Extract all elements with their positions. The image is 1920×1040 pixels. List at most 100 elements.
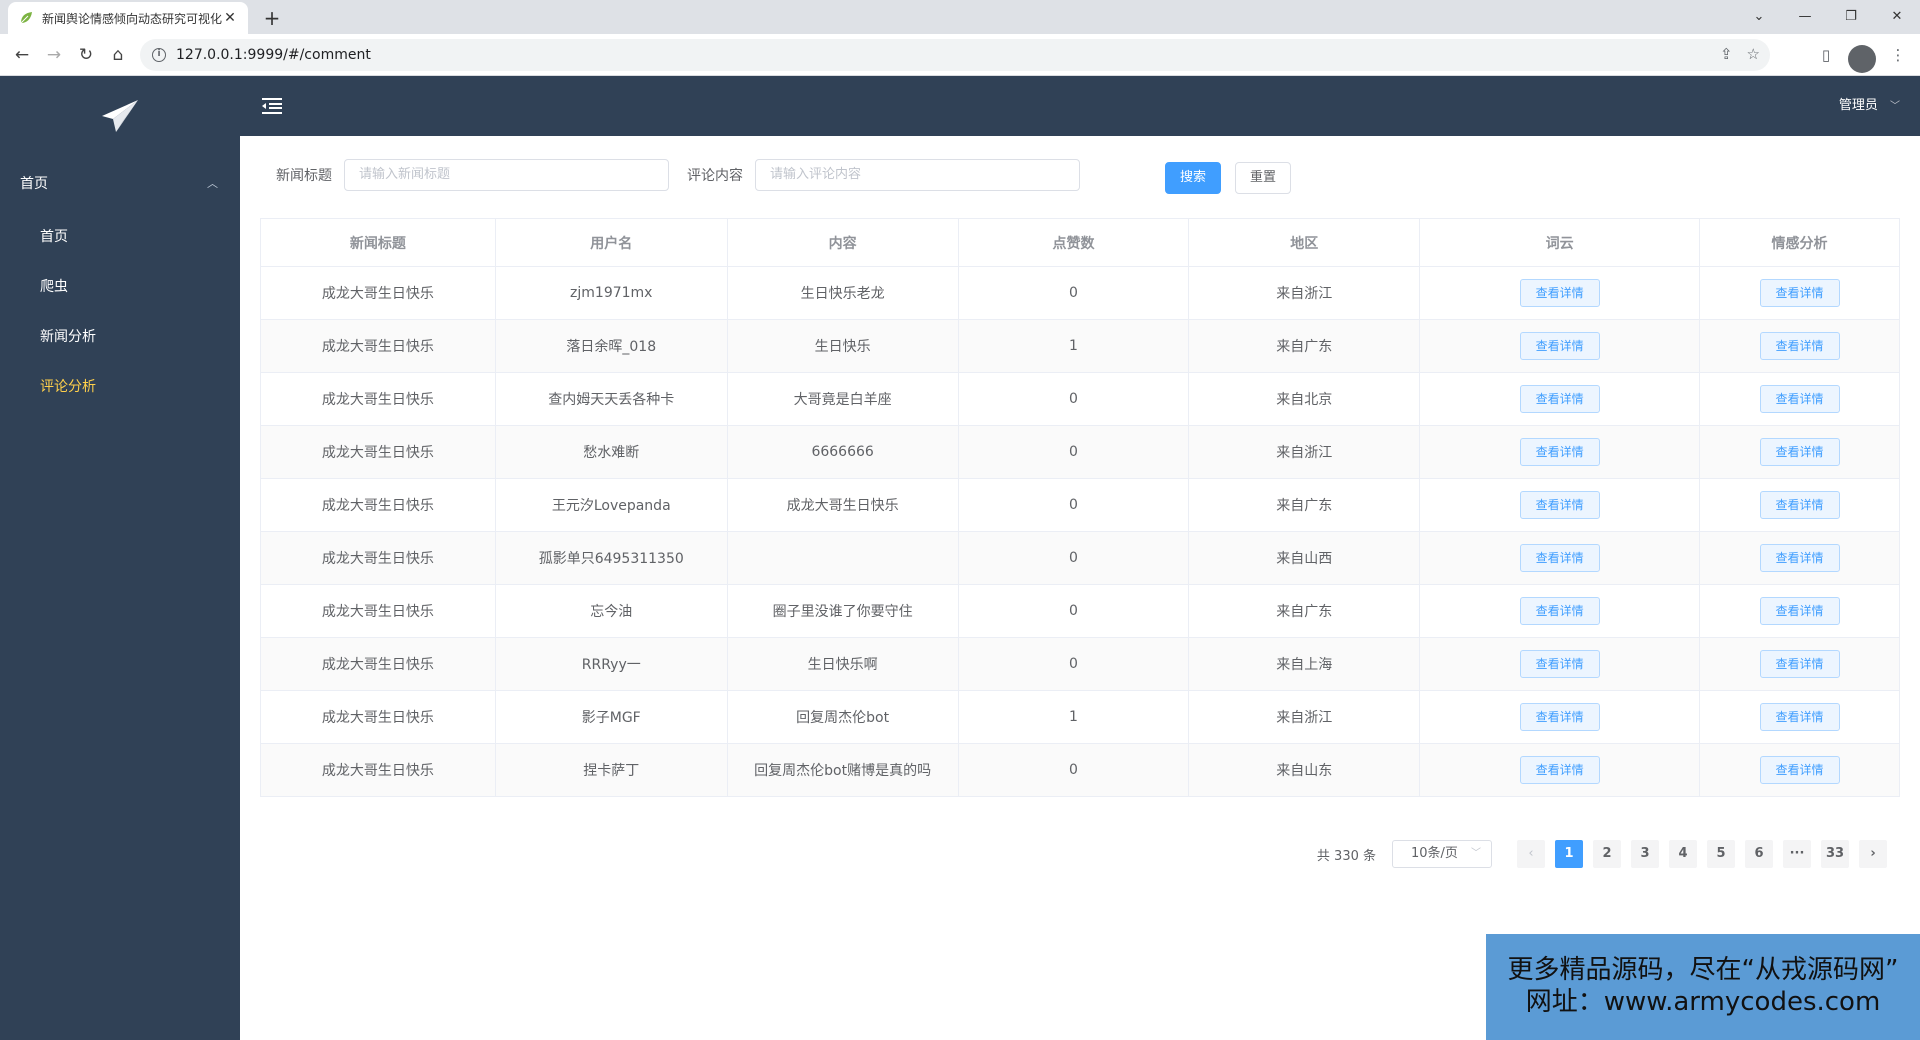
more-pages-button[interactable]: ··· <box>1783 840 1811 868</box>
share-icon[interactable]: ⇪ <box>1720 45 1733 63</box>
table-row: 成龙大哥生日快乐 王元汐Lovepanda 成龙大哥生日快乐 0 来自广东 查看详情 查看详… <box>260 478 1900 532</box>
back-icon[interactable]: ← <box>8 41 36 69</box>
word-cloud-detail-button[interactable]: 查看详情 <box>1519 597 1600 625</box>
sidebar-item-comment-analysis[interactable]: 评论分析 <box>0 362 240 412</box>
word-cloud-detail-button[interactable]: 查看详情 <box>1519 279 1600 307</box>
forward-icon[interactable]: → <box>40 41 68 69</box>
sentiment-detail-button[interactable]: 查看详情 <box>1759 332 1840 360</box>
search-button[interactable]: 搜索 <box>1165 162 1221 194</box>
home-icon[interactable]: ⌂ <box>104 41 132 69</box>
browser-tab[interactable]: 新闻舆论情感倾向动态研究可视化 ✕ <box>8 2 248 34</box>
cell-content: 生日快乐老龙 <box>726 266 959 320</box>
cell-content: 圈子里没谁了你要守住 <box>726 584 959 638</box>
page-number-button[interactable]: 2 <box>1593 840 1621 868</box>
watermark-line-1: 更多精品源码，尽在“从戎源码网” <box>1507 955 1899 985</box>
sentiment-detail-button[interactable]: 查看详情 <box>1759 703 1840 731</box>
sentiment-detail-button[interactable]: 查看详情 <box>1759 279 1840 307</box>
browser-tab-bar: 新闻舆论情感倾向动态研究可视化 ✕ + ⌄ — ❐ ✕ <box>0 0 1920 34</box>
column-header: 情感分析 <box>1699 218 1900 267</box>
user-menu[interactable]: 管理员 ﹀ <box>1839 76 1900 136</box>
table-row: 成龙大哥生日快乐 愁水难断 6666666 0 来自浙江 查看详情 查看详情 <box>260 425 1900 479</box>
sentiment-detail-button[interactable]: 查看详情 <box>1759 650 1840 678</box>
page-number-button[interactable]: 1 <box>1555 840 1583 868</box>
column-header: 用户名 <box>494 218 728 267</box>
table-row: 成龙大哥生日快乐 忘今油 圈子里没谁了你要守住 0 来自广东 查看详情 查看详情 <box>260 584 1900 638</box>
prev-page-icon[interactable]: ‹ <box>1517 840 1545 868</box>
cell-action: 查看详情 <box>1699 478 1900 532</box>
cell-region: 来自广东 <box>1188 319 1421 373</box>
sidebar-group-home[interactable]: 首页 ︿ <box>0 156 240 212</box>
restore-icon[interactable]: ❐ <box>1828 0 1874 34</box>
bookmark-star-icon[interactable]: ☆ <box>1747 45 1760 63</box>
cell-news-title: 成龙大哥生日快乐 <box>260 266 496 320</box>
reset-button[interactable]: 重置 <box>1235 162 1291 194</box>
cell-username: RRRyy一 <box>494 637 728 691</box>
cell-news-title: 成龙大哥生日快乐 <box>260 743 496 797</box>
sentiment-detail-button[interactable]: 查看详情 <box>1759 597 1840 625</box>
cell-news-title: 成龙大哥生日快乐 <box>260 690 496 744</box>
cell-action: 查看详情 <box>1699 319 1900 373</box>
tab-search-icon[interactable]: ⌄ <box>1736 0 1782 34</box>
word-cloud-detail-button[interactable]: 查看详情 <box>1519 756 1600 784</box>
chevron-up-icon: ︿ <box>207 177 218 190</box>
cell-likes: 0 <box>957 372 1190 426</box>
sentiment-detail-button[interactable]: 查看详情 <box>1759 756 1840 784</box>
sidebar-group-label: 首页 <box>20 176 48 192</box>
cell-username: 孤影单只6495311350 <box>494 531 728 585</box>
sidebar-item-home[interactable]: 首页 <box>0 212 240 262</box>
sentiment-detail-button[interactable]: 查看详情 <box>1759 491 1840 519</box>
word-cloud-detail-button[interactable]: 查看详情 <box>1519 438 1600 466</box>
cell-username: zjm1971mx <box>494 266 728 320</box>
watermark-banner: 更多精品源码，尽在“从戎源码网” 网址：www.armycodes.com <box>1486 934 1920 1040</box>
cell-action: 查看详情 <box>1699 531 1900 585</box>
site-info-icon[interactable]: i <box>152 48 166 62</box>
word-cloud-detail-button[interactable]: 查看详情 <box>1519 491 1600 519</box>
table-row: 成龙大哥生日快乐 捏卡萨丁 回复周杰伦bot赌博是真的吗 0 来自山东 查看详情 查看详情 <box>260 743 1900 797</box>
cell-action: 查看详情 <box>1419 372 1701 426</box>
cell-region: 来自广东 <box>1188 478 1421 532</box>
reload-icon[interactable]: ↻ <box>72 41 100 69</box>
cell-username: 王元汐Lovepanda <box>494 478 728 532</box>
page-number-button[interactable]: 5 <box>1707 840 1735 868</box>
page-number-button[interactable]: 6 <box>1745 840 1773 868</box>
news-title-label: 新闻标题 <box>276 168 332 184</box>
sentiment-detail-button[interactable]: 查看详情 <box>1759 438 1840 466</box>
cell-username: 愁水难断 <box>494 425 728 479</box>
new-tab-button[interactable]: + <box>258 4 286 32</box>
cell-likes: 0 <box>957 584 1190 638</box>
more-menu-icon[interactable]: ⋮ <box>1884 41 1912 69</box>
page-number-button[interactable]: 3 <box>1631 840 1659 868</box>
page-number-button[interactable]: 33 <box>1821 840 1849 868</box>
next-page-icon[interactable]: › <box>1859 840 1887 868</box>
comment-content-input[interactable]: 请输入评论内容 <box>755 159 1080 191</box>
profile-icon[interactable] <box>1848 41 1876 73</box>
word-cloud-detail-button[interactable]: 查看详情 <box>1519 332 1600 360</box>
pagination: 共 330 条 10条/页 ﹀ ‹ 1 2 3 4 5 6 ··· 33 › <box>1317 840 1892 868</box>
collapse-menu-icon[interactable] <box>260 94 284 118</box>
cell-region: 来自浙江 <box>1188 425 1421 479</box>
tab-close-icon[interactable]: ✕ <box>222 10 238 26</box>
comment-content-label: 评论内容 <box>687 168 743 184</box>
sentiment-detail-button[interactable]: 查看详情 <box>1759 544 1840 572</box>
minimize-icon[interactable]: — <box>1782 0 1828 34</box>
word-cloud-detail-button[interactable]: 查看详情 <box>1519 650 1600 678</box>
page-number-button[interactable]: 4 <box>1669 840 1697 868</box>
paper-plane-icon <box>102 100 138 132</box>
cell-action: 查看详情 <box>1419 319 1701 373</box>
sentiment-detail-button[interactable]: 查看详情 <box>1759 385 1840 413</box>
url-bar[interactable]: i 127.0.0.1:9999/#/comment ⇪ ☆ <box>140 39 1770 71</box>
word-cloud-detail-button[interactable]: 查看详情 <box>1519 544 1600 572</box>
side-panel-icon[interactable]: ▯ <box>1812 41 1840 69</box>
cell-action: 查看详情 <box>1419 584 1701 638</box>
close-window-icon[interactable]: ✕ <box>1874 0 1920 34</box>
page-size-select[interactable]: 10条/页 ﹀ <box>1392 840 1492 868</box>
cell-likes: 1 <box>957 690 1190 744</box>
sidebar-item-crawler[interactable]: 爬虫 <box>0 262 240 312</box>
news-title-input[interactable]: 请输入新闻标题 <box>344 159 669 191</box>
cell-news-title: 成龙大哥生日快乐 <box>260 531 496 585</box>
sidebar-item-news-analysis[interactable]: 新闻分析 <box>0 312 240 362</box>
word-cloud-detail-button[interactable]: 查看详情 <box>1519 385 1600 413</box>
watermark-line-2: 网址：www.armycodes.com <box>1525 987 1881 1017</box>
cell-region: 来自山东 <box>1188 743 1421 797</box>
word-cloud-detail-button[interactable]: 查看详情 <box>1519 703 1600 731</box>
